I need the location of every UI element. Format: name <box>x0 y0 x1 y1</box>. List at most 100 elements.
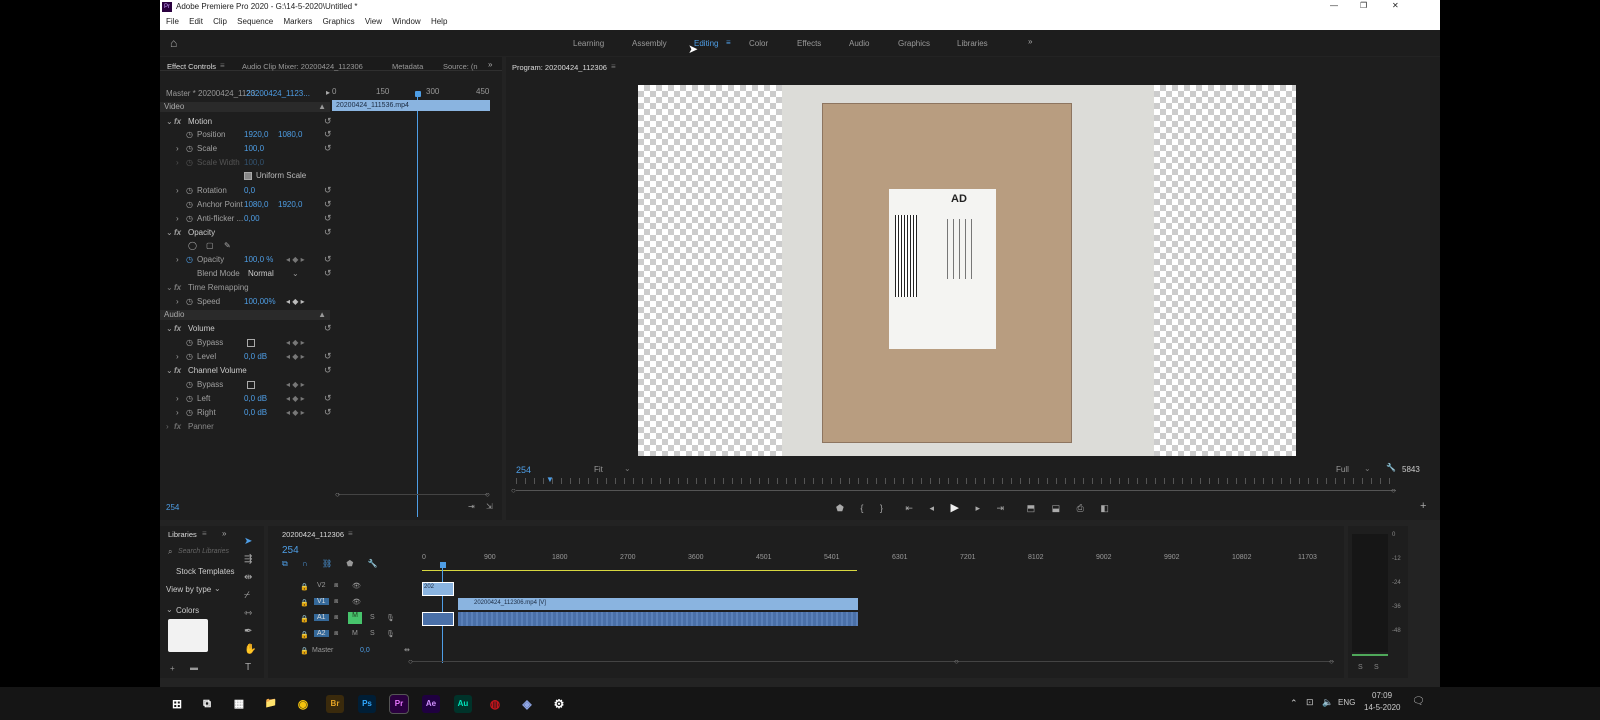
fx-icon[interactable]: fx <box>174 228 181 237</box>
menu-clip[interactable]: Clip <box>213 17 227 26</box>
chevron-down-icon[interactable]: ⌄ <box>214 584 221 593</box>
effect-scrollbar[interactable] <box>338 494 488 495</box>
settings-icon[interactable]: ⚙ <box>550 695 568 713</box>
stopwatch-icon[interactable]: ◷ <box>186 380 193 389</box>
workspace-assembly[interactable]: Assembly <box>632 39 667 48</box>
show-hidden-icons[interactable]: ⌃ <box>1290 698 1298 709</box>
workspace-effects[interactable]: Effects <box>797 39 821 48</box>
keyframe-nav-icon[interactable]: ◂ ◆ ▸ <box>286 352 305 361</box>
timeline-clip-v1[interactable]: 20200424_112306.mp4 [V] <box>458 598 858 610</box>
volume-row[interactable]: ⌄ fx Volume ↺ <box>160 322 332 335</box>
keyframe-nav-icon[interactable]: ◂ ◆ ▸ <box>286 394 305 403</box>
scroll-handle[interactable]: ○ <box>485 490 490 499</box>
sync-lock-icon[interactable]: ⧈ <box>334 582 338 590</box>
track-label-v2[interactable]: V2 <box>314 582 329 589</box>
scroll-handle[interactable]: ○ <box>511 486 516 495</box>
workspace-color[interactable]: Color <box>749 39 768 48</box>
tab-audio-clip-mixer[interactable]: Audio Clip Mixer: 20200424_112306 <box>242 62 363 71</box>
timeline-clip-v2[interactable]: 202 <box>422 582 454 596</box>
stopwatch-icon[interactable]: ◷ <box>186 297 193 306</box>
position-x-value[interactable]: 1920,0 <box>244 130 268 139</box>
scroll-handle[interactable]: ○ <box>1329 657 1334 666</box>
filter-icon[interactable]: ⇥ <box>468 502 475 511</box>
keyframe-nav-icon[interactable]: ◂ ◆ ▸ <box>286 338 305 347</box>
time-remapping-row[interactable]: ⌄ fx Time Remapping <box>160 281 330 294</box>
scroll-up-icon[interactable]: ▲ <box>318 310 326 319</box>
close-button[interactable]: ✕ <box>1392 1 1399 10</box>
fx-icon[interactable]: fx <box>174 366 181 375</box>
audition-icon[interactable]: Au <box>454 695 472 713</box>
voiceover-mic-icon[interactable]: 🎙 <box>386 630 395 638</box>
fx-icon[interactable]: fx <box>174 117 181 126</box>
workspace-libraries[interactable]: Libraries <box>957 39 988 48</box>
panel-menu-icon[interactable]: ≡ <box>202 529 207 538</box>
lock-icon[interactable]: 🔒 <box>300 647 309 655</box>
master-level-value[interactable]: 0,0 <box>360 647 370 654</box>
pen-mask-icon[interactable]: ✎ <box>224 241 231 250</box>
home-icon[interactable]: ⌂ <box>170 36 177 50</box>
right-value[interactable]: 0,0 dB <box>244 408 267 417</box>
tab-metadata[interactable]: Metadata <box>392 62 423 71</box>
menu-file[interactable]: File <box>166 17 179 26</box>
premiere-icon[interactable]: Pr <box>389 694 409 714</box>
speed-value[interactable]: 100,00% <box>244 297 276 306</box>
stopwatch-icon[interactable]: ◷ <box>186 200 193 209</box>
file-explorer-icon[interactable]: 📁 <box>262 695 280 713</box>
add-button-icon[interactable]: + <box>1420 500 1426 512</box>
reset-icon[interactable]: ↺ <box>324 254 332 265</box>
scroll-up-icon[interactable]: ▲ <box>318 102 326 111</box>
notification-icon[interactable]: 🗨 <box>1412 696 1425 707</box>
expand-icon[interactable]: ⌄ <box>166 283 173 292</box>
reset-icon[interactable]: ↺ <box>324 213 332 224</box>
timeline-timecode[interactable]: 254 <box>282 545 299 556</box>
menu-window[interactable]: Window <box>392 17 420 26</box>
hand-tool-icon[interactable]: ✋ <box>244 644 256 655</box>
sync-lock-icon[interactable]: ⧈ <box>334 630 338 638</box>
track-select-tool-icon[interactable]: ⇶ <box>244 554 252 565</box>
fx-icon[interactable]: fx <box>174 422 181 431</box>
timeline-ruler[interactable]: 0 900 1800 2700 3600 4501 5401 6301 7201… <box>422 554 1332 564</box>
go-to-end-icon[interactable]: ⇹ <box>404 646 410 654</box>
anchor-x-value[interactable]: 1080,0 <box>244 200 268 209</box>
workspace-audio[interactable]: Audio <box>849 39 869 48</box>
libraries-tab[interactable]: Libraries <box>168 530 197 539</box>
menu-graphics[interactable]: Graphics <box>323 17 355 26</box>
selection-tool-icon[interactable]: ➤ <box>244 536 252 547</box>
rotation-value[interactable]: 0,0 <box>244 186 255 195</box>
menu-markers[interactable]: Markers <box>283 17 312 26</box>
tab-source[interactable]: Source: (n <box>443 62 478 71</box>
reset-icon[interactable]: ↺ <box>324 185 332 196</box>
time-ruler[interactable] <box>516 478 1396 484</box>
keyframe-nav-icon[interactable]: ◂ ◆ ▸ <box>286 297 305 306</box>
nest-icon[interactable]: ⧉ <box>282 559 288 568</box>
ellipse-mask-icon[interactable]: ◯ <box>188 241 197 250</box>
mute-button[interactable]: M <box>348 612 362 624</box>
scroll-handle[interactable]: ○ <box>335 490 340 499</box>
resolution-dropdown[interactable]: Full <box>1336 465 1349 474</box>
work-area-bar[interactable] <box>422 570 857 571</box>
anchor-y-value[interactable]: 1920,0 <box>278 200 302 209</box>
add-icon[interactable]: + <box>170 664 175 673</box>
solo-button[interactable]: S <box>370 630 375 637</box>
menu-sequence[interactable]: Sequence <box>237 17 273 26</box>
extract-icon[interactable]: ⬓ <box>1052 503 1061 513</box>
more-tabs-icon[interactable]: » <box>222 529 226 538</box>
bypass-checkbox[interactable] <box>247 380 255 389</box>
panel-menu-icon[interactable]: ≡ <box>348 529 353 538</box>
add-marker-icon[interactable]: ⬟ <box>346 559 353 568</box>
stopwatch-icon[interactable]: ◷ <box>186 186 193 195</box>
expand-icon[interactable]: ⌄ <box>166 366 173 375</box>
stopwatch-icon[interactable]: ◷ <box>186 214 193 223</box>
effect-timecode[interactable]: 254 <box>166 503 179 512</box>
track-label-v1[interactable]: V1 <box>314 598 329 605</box>
expand-icon[interactable]: › <box>176 144 179 153</box>
menu-help[interactable]: Help <box>431 17 447 26</box>
reset-icon[interactable]: ↺ <box>324 129 332 140</box>
language-indicator[interactable]: ENG <box>1338 698 1355 707</box>
keyframe-nav-icon[interactable]: ◂ ◆ ▸ <box>286 380 305 389</box>
lock-icon[interactable]: 🔒 <box>300 599 309 607</box>
play-button[interactable]: ▶ <box>951 502 959 514</box>
clock-date[interactable]: 14-5-2020 <box>1364 703 1400 712</box>
more-workspaces-icon[interactable]: » <box>1028 37 1032 46</box>
workspace-learning[interactable]: Learning <box>573 39 604 48</box>
